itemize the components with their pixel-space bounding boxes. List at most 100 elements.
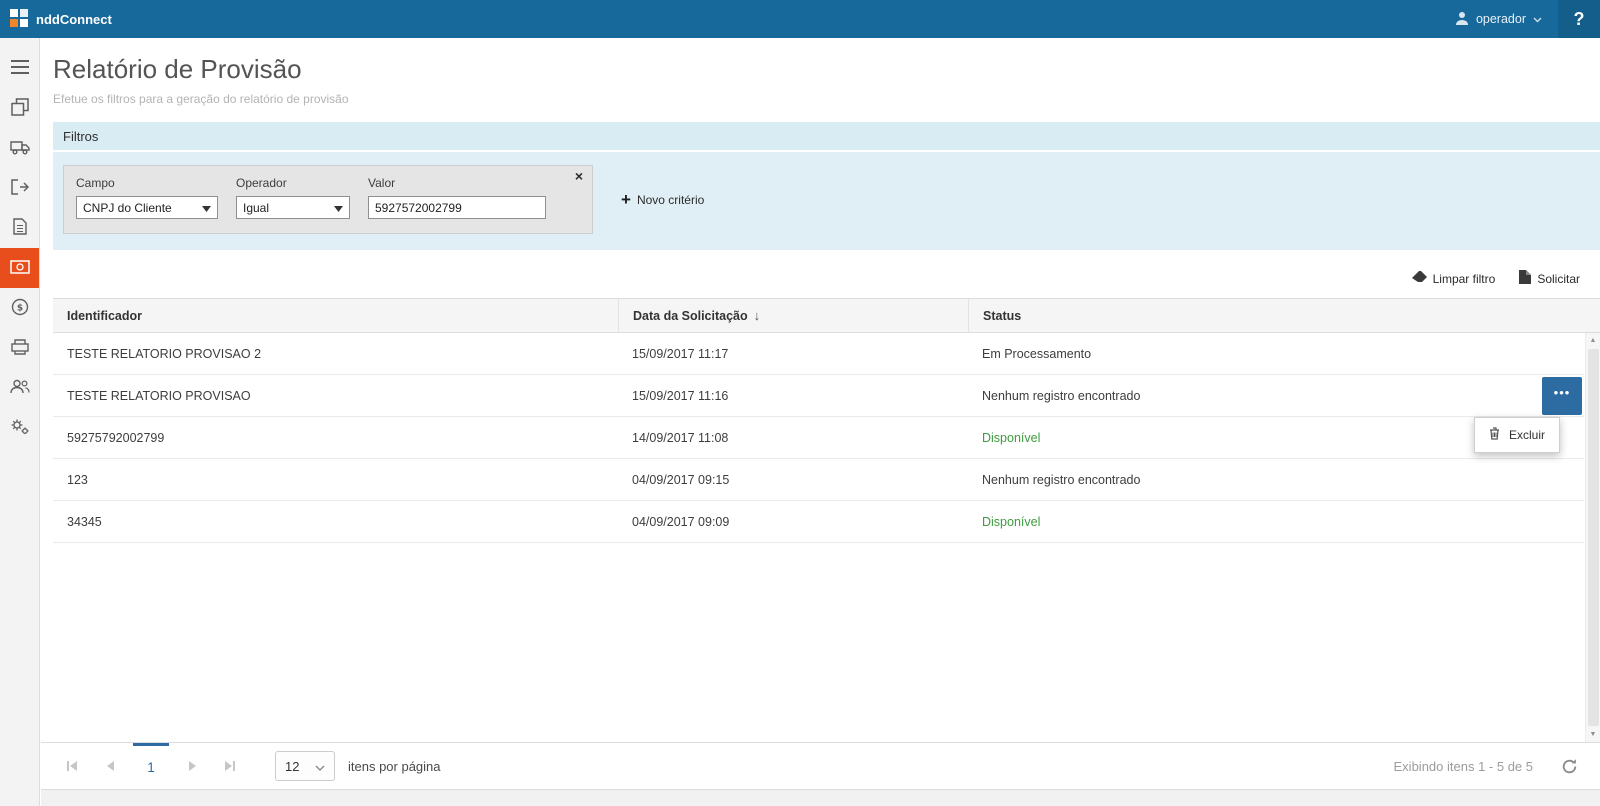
scrollbar-thumb[interactable]: [1588, 349, 1599, 726]
sidebar-item-copies[interactable]: [0, 88, 39, 128]
export-icon: [11, 179, 29, 198]
current-page[interactable]: 1: [133, 743, 169, 789]
topbar: nddConnect operador ?: [0, 0, 1600, 38]
menu-icon: [11, 60, 29, 77]
brand[interactable]: nddConnect: [0, 9, 112, 30]
table-row[interactable]: 123 04/09/2017 09:15 Nenhum registro enc…: [53, 459, 1584, 501]
sidebar-item-menu[interactable]: [0, 48, 39, 88]
ndd-logo-icon: [10, 9, 28, 30]
money-banknote-icon: [10, 260, 30, 277]
column-header-identificador[interactable]: Identificador: [53, 299, 618, 332]
scroll-down-icon[interactable]: ▼: [1586, 727, 1600, 742]
column-label: Identificador: [67, 309, 142, 323]
operador-label: Operador: [236, 176, 350, 190]
horizontal-scrollbar[interactable]: [41, 789, 1600, 806]
column-label: Status: [983, 309, 1021, 323]
clear-filter-label: Limpar filtro: [1433, 272, 1496, 286]
sidebar-item-users[interactable]: [0, 368, 39, 408]
cell-identificador: 123: [53, 473, 618, 487]
cell-data: 15/09/2017 11:16: [618, 389, 968, 403]
copy-icon: [11, 98, 29, 119]
help-button[interactable]: ?: [1558, 0, 1600, 38]
sidebar-item-billing[interactable]: $: [0, 288, 39, 328]
request-button[interactable]: Solicitar: [1519, 270, 1580, 287]
operador-select[interactable]: Igual: [236, 196, 350, 219]
cell-status: Nenhum registro encontrado: [968, 473, 1584, 487]
user-menu[interactable]: operador: [1439, 0, 1558, 38]
sidebar-item-export[interactable]: [0, 168, 39, 208]
new-criterion-button[interactable]: + Novo critério: [621, 193, 704, 207]
svg-text:$: $: [16, 303, 22, 313]
column-label: Data da Solicitação: [633, 309, 748, 323]
printer-icon: [11, 339, 29, 358]
cell-status: Nenhum registro encontrado: [968, 389, 1584, 403]
cell-identificador: 59275792002799: [53, 431, 618, 445]
scroll-up-icon[interactable]: ▲: [1586, 333, 1600, 348]
sidebar-item-settings[interactable]: [0, 408, 39, 448]
truck-icon: [10, 139, 30, 158]
items-summary: Exibindo itens 1 - 5 de 5: [1394, 759, 1533, 774]
sidebar-item-vehicle[interactable]: [0, 128, 39, 168]
campo-label: Campo: [76, 176, 218, 190]
sidebar-item-printers[interactable]: [0, 328, 39, 368]
valor-input[interactable]: [368, 196, 546, 219]
operador-select-value: Igual: [243, 201, 269, 215]
filters-header: Filtros: [53, 122, 1600, 152]
cell-identificador: TESTE RELATORIO PROVISAO 2: [53, 347, 618, 361]
chevron-down-icon: [1533, 12, 1542, 26]
main-content: Relatório de Provisão Efetue os filtros …: [41, 38, 1600, 806]
eraser-icon: [1412, 271, 1427, 286]
coin-dollar-icon: $: [11, 298, 29, 319]
cell-status: Disponível: [968, 515, 1584, 529]
last-page-button[interactable]: [215, 743, 245, 789]
table-body: TESTE RELATORIO PROVISAO 2 15/09/2017 11…: [53, 333, 1600, 742]
first-page-button[interactable]: [57, 743, 87, 789]
cell-identificador: TESTE RELATORIO PROVISAO: [53, 389, 618, 403]
valor-label: Valor: [368, 176, 546, 190]
previous-page-button[interactable]: [95, 743, 125, 789]
items-per-page-label: itens por página: [348, 759, 441, 774]
page-size-select[interactable]: 12: [275, 751, 335, 781]
brand-label: nddConnect: [36, 12, 112, 27]
campo-select-value: CNPJ do Cliente: [83, 201, 172, 215]
clear-filter-button[interactable]: Limpar filtro: [1412, 271, 1496, 286]
select-arrow-icon: [334, 201, 343, 215]
cell-data: 14/09/2017 11:08: [618, 431, 968, 445]
row-menu-excluir[interactable]: Excluir: [1474, 417, 1560, 453]
vertical-scrollbar[interactable]: ▲ ▼: [1585, 333, 1600, 742]
users-icon: [10, 379, 30, 397]
sort-desc-icon: ↓: [754, 308, 761, 323]
row-actions-button[interactable]: •••: [1542, 377, 1582, 415]
page-size-value: 12: [285, 759, 299, 774]
sidebar-item-reports[interactable]: [0, 208, 39, 248]
filters-panel: Filtros × Campo CNPJ do Cliente Operador…: [53, 122, 1600, 250]
campo-select[interactable]: CNPJ do Cliente: [76, 196, 218, 219]
filter-criteria-box: × Campo CNPJ do Cliente Operador Igual: [63, 165, 593, 234]
file-icon: [1519, 270, 1531, 287]
remove-criteria-button[interactable]: ×: [575, 167, 583, 185]
page-title: Relatório de Provisão: [53, 54, 1600, 85]
cell-data: 04/09/2017 09:09: [618, 515, 968, 529]
trash-icon: [1489, 427, 1500, 443]
table-row[interactable]: 59275792002799 14/09/2017 11:08 Disponív…: [53, 417, 1584, 459]
sidebar-item-provision-active[interactable]: [0, 248, 39, 288]
table-header: Identificador Data da Solicitação ↓ Stat…: [53, 298, 1600, 333]
sidebar: $: [0, 38, 40, 806]
next-page-button[interactable]: [177, 743, 207, 789]
table-row[interactable]: TESTE RELATORIO PROVISAO 15/09/2017 11:1…: [53, 375, 1584, 417]
column-header-status[interactable]: Status: [968, 299, 1600, 332]
user-name: operador: [1476, 12, 1526, 26]
gears-icon: [10, 418, 30, 439]
cell-data: 04/09/2017 09:15: [618, 473, 968, 487]
table-row[interactable]: 34345 04/09/2017 09:09 Disponível: [53, 501, 1584, 543]
table-row[interactable]: TESTE RELATORIO PROVISAO 2 15/09/2017 11…: [53, 333, 1584, 375]
chevron-down-icon: [315, 759, 325, 774]
select-arrow-icon: [202, 201, 211, 215]
request-label: Solicitar: [1537, 272, 1580, 286]
column-header-data-solicitacao[interactable]: Data da Solicitação ↓: [618, 299, 968, 332]
refresh-button[interactable]: [1561, 758, 1578, 775]
new-criterion-label: Novo critério: [637, 193, 704, 207]
pagination-bar: 1 12 itens por página Exibindo itens 1 -…: [41, 742, 1600, 789]
document-icon: [13, 218, 27, 238]
user-icon: [1455, 11, 1469, 28]
